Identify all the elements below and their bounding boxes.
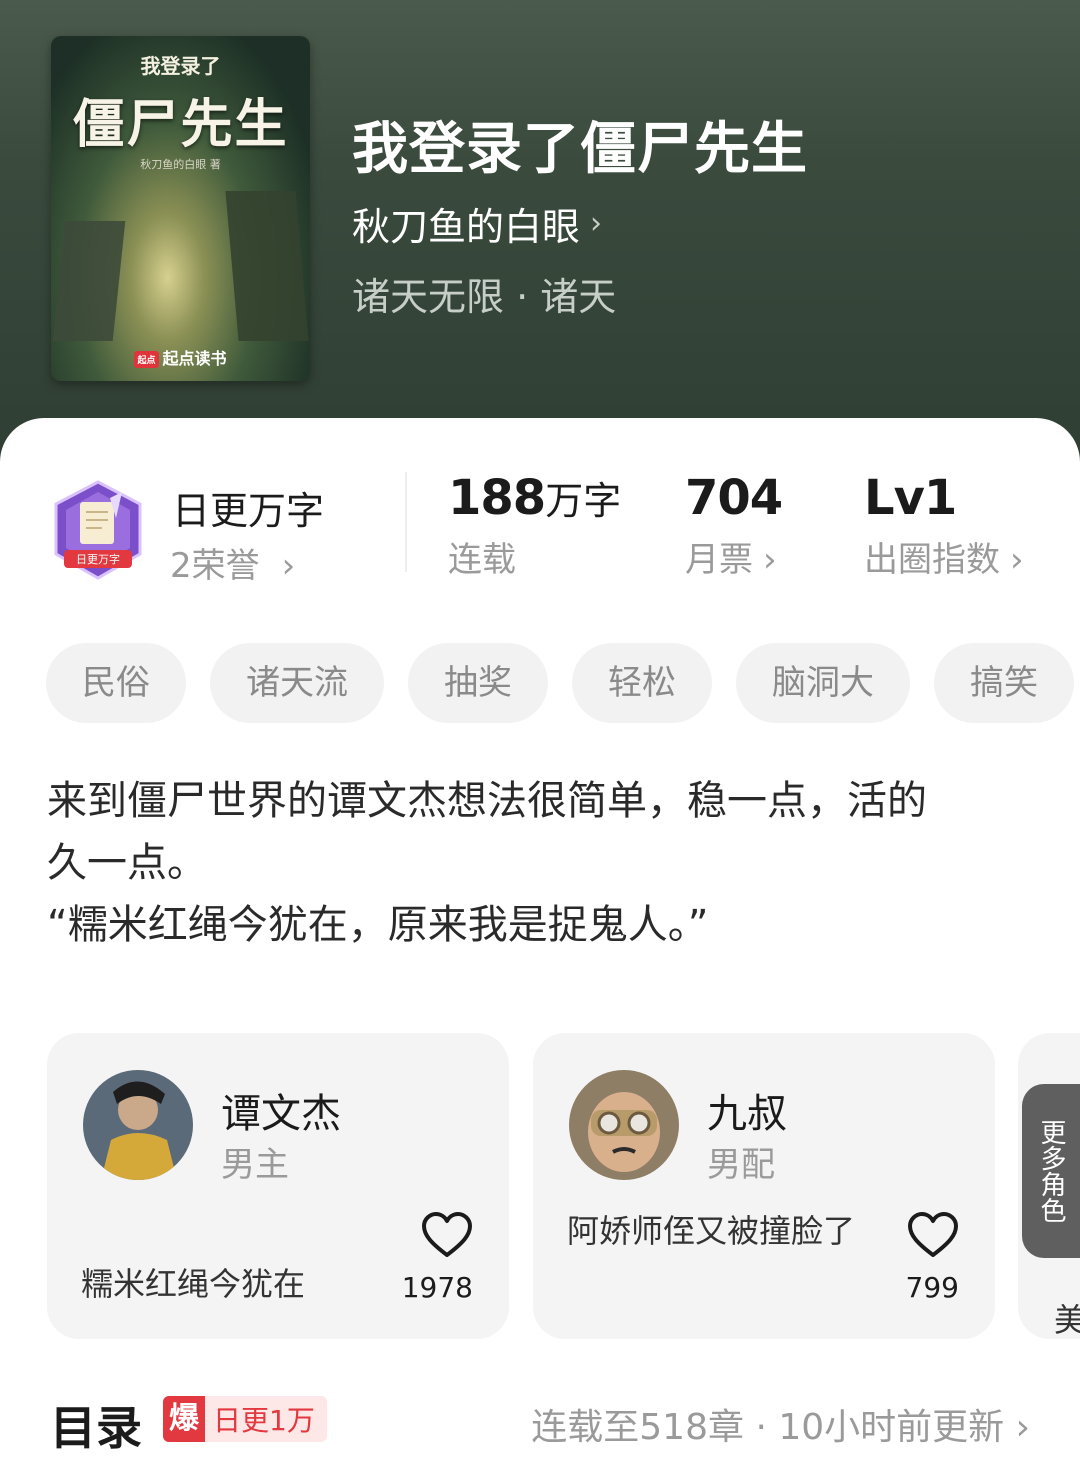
breakout-index-label: 出圈指数	[864, 540, 1000, 580]
like-count: 799	[905, 1271, 959, 1304]
word-count-unit: 万字	[545, 479, 622, 523]
stat-monthly-tickets[interactable]: 704 月票 ›	[685, 470, 783, 581]
hot-icon: 爆	[163, 1396, 205, 1442]
tag-chip[interactable]: 民俗	[46, 643, 186, 723]
word-count-value: 188	[448, 470, 546, 526]
character-quote-peek: 美	[1054, 1301, 1080, 1339]
description-line: 久一点。	[47, 840, 207, 886]
character-quote: 糯米红绳今犹在	[81, 1265, 306, 1303]
cover-ruin-left	[52, 221, 126, 341]
honor-count: 2荣誉	[170, 546, 260, 586]
chevron-right-icon: ›	[1015, 1407, 1030, 1448]
character-role: 男配	[707, 1145, 775, 1185]
toc-status-link[interactable]: 连载至518章 · 10小时前更新 ›	[531, 1398, 1030, 1450]
toc-status: 连载至518章 · 10小时前更新	[531, 1407, 1005, 1448]
description-line: “糯米红绳今犹在，原来我是捉鬼人。”	[47, 902, 709, 948]
book-genre: 诸天无限 · 诸天	[352, 275, 617, 319]
tag-chip[interactable]: 抽奖	[408, 643, 548, 723]
stat-breakout-index[interactable]: Lv1 出圈指数 ›	[864, 470, 1024, 581]
cover-brand: 起点 起点读书	[51, 345, 310, 369]
honor-count-link[interactable]: 2荣誉 ›	[170, 538, 295, 587]
character-card[interactable]: 九叔 男配 阿娇师侄又被撞脸了 799	[533, 1033, 995, 1339]
character-avatar	[569, 1070, 679, 1180]
like-count: 1978	[401, 1271, 473, 1304]
tag-chip[interactable]: 轻松	[572, 643, 712, 723]
update-badge-text: 日更1万	[213, 1404, 315, 1437]
word-count-label: 连载	[448, 540, 516, 580]
character-avatar	[83, 1070, 193, 1180]
tag-chip[interactable]: 诸天流	[210, 643, 384, 723]
tag-list: 民俗 诸天流 抽奖 轻松 脑洞大 搞笑	[46, 643, 1074, 723]
cover-ruin-right	[225, 191, 309, 341]
stat-word-count: 188万字 连载	[448, 470, 621, 581]
cover-title: 僵尸先生	[72, 95, 289, 155]
character-card[interactable]: 谭文杰 男主 糯米红绳今犹在 1978	[47, 1033, 509, 1339]
cover-author: 秋刀鱼的白眼 著	[140, 158, 221, 171]
book-description[interactable]: 来到僵尸世界的谭文杰想法很简单，稳一点，活的 久一点。 “糯米红绳今犹在，原来我…	[47, 770, 1037, 956]
author-name: 秋刀鱼的白眼	[352, 205, 581, 249]
book-cover[interactable]: 我登录了 僵尸先生 秋刀鱼的白眼 著 起点 起点读书	[51, 36, 310, 381]
honor-title: 日更万字	[172, 489, 325, 533]
toc-title[interactable]: 目录	[50, 1392, 142, 1458]
monthly-tickets-label: 月票	[685, 540, 753, 580]
brand-logo-icon: 起点	[134, 351, 159, 368]
honor-badge-label: 日更万字	[76, 552, 120, 566]
chevron-right-icon: ›	[1010, 540, 1024, 580]
character-quote: 阿娇师侄又被撞脸了	[567, 1212, 856, 1250]
tag-chip[interactable]: 脑洞大	[736, 643, 910, 723]
cover-subtitle: 我登录了	[140, 54, 221, 78]
chevron-right-icon: ›	[281, 546, 296, 586]
tag-chip[interactable]: 搞笑	[934, 643, 1074, 723]
author-link[interactable]: 秋刀鱼的白眼 ›	[352, 196, 602, 251]
character-name: 谭文杰	[221, 1091, 341, 1137]
update-badge: 爆 日更1万	[163, 1396, 327, 1442]
breakout-index-value: Lv1	[864, 470, 957, 526]
character-role: 男主	[221, 1145, 289, 1185]
heart-outline-icon[interactable]	[421, 1211, 473, 1259]
honor-badge-icon[interactable]: 日更万字	[50, 480, 146, 584]
character-name: 九叔	[707, 1091, 787, 1137]
chevron-right-icon: ›	[590, 206, 603, 241]
heart-outline-icon[interactable]	[907, 1211, 959, 1259]
stats-divider	[405, 472, 407, 572]
book-title: 我登录了僵尸先生	[352, 117, 808, 182]
description-line: 来到僵尸世界的谭文杰想法很简单，稳一点，活的	[47, 778, 927, 824]
monthly-tickets-value: 704	[685, 470, 783, 526]
chevron-right-icon: ›	[763, 540, 777, 580]
more-roles-button[interactable]: 更多角色	[1022, 1084, 1080, 1258]
cover-brand-label: 起点读书	[162, 349, 227, 368]
